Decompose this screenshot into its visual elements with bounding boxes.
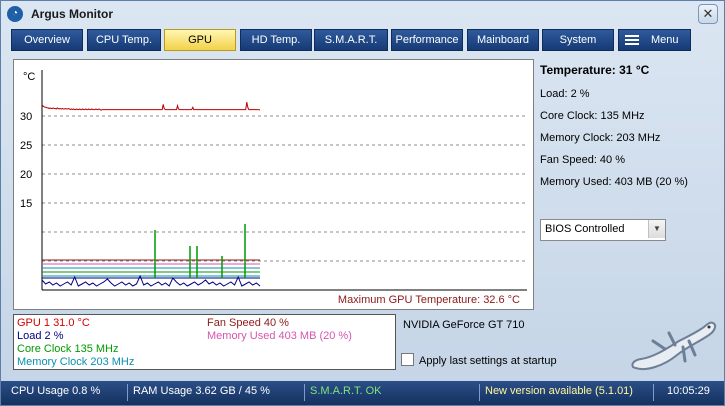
status-cpu-usage: CPU Usage 0.8 % xyxy=(11,385,101,397)
gpu-temperature-value: Temperature: 31 °C xyxy=(540,63,650,77)
y-tick-label: 15 xyxy=(20,198,32,210)
legend-gpu-temp: GPU 1 31.0 °C xyxy=(17,317,90,329)
gpu-core-clock-value: Core Clock: 135 MHz xyxy=(540,110,645,122)
gpu-card-name: NVIDIA GeForce GT 710 xyxy=(403,319,525,331)
status-smart[interactable]: S.M.A.R.T. OK xyxy=(310,385,382,397)
chevron-down-icon[interactable]: ▼ xyxy=(648,220,665,238)
tab-gpu[interactable]: GPU xyxy=(164,29,236,51)
tab-smart[interactable]: S.M.A.R.T. xyxy=(314,29,388,51)
y-axis-unit-label: °C xyxy=(23,71,35,83)
status-update-link[interactable]: New version available (5.1.01) xyxy=(485,385,633,397)
tab-performance[interactable]: Performance xyxy=(391,29,463,51)
y-tick-label: 25 xyxy=(20,140,32,152)
status-clock: 10:05:29 xyxy=(667,385,710,397)
tab-hd-temp[interactable]: HD Temp. xyxy=(240,29,312,51)
status-separator xyxy=(304,384,305,401)
fan-control-value: BIOS Controlled xyxy=(545,223,625,235)
gpu-chart-panel: °C 30 25 20 15 Maximum GPU Temperature: 32.6 … xyxy=(13,59,534,310)
status-separator xyxy=(479,384,480,401)
chart-legend: GPU 1 31.0 °C Load 2 % Core Clock 135 MH… xyxy=(13,314,396,370)
tab-menu[interactable]: Menu xyxy=(618,29,691,51)
legend-memory-clock: Memory Clock 203 MHz xyxy=(17,356,135,368)
legend-core-clock: Core Clock 135 MHz xyxy=(17,343,119,355)
gpu-fan-speed-value: Fan Speed: 40 % xyxy=(540,154,626,166)
argus-logo-icon: ◔ xyxy=(7,6,23,22)
y-tick-label: 30 xyxy=(20,111,32,123)
tab-overview[interactable]: Overview xyxy=(11,29,83,51)
title-bar[interactable]: ◔ Argus Monitor ✕ xyxy=(1,1,724,27)
status-bar: CPU Usage 0.8 % RAM Usage 3.62 GB / 45 %… xyxy=(1,381,724,405)
max-temperature-label: Maximum GPU Temperature: 32.6 °C xyxy=(338,294,520,306)
apply-settings-checkbox[interactable] xyxy=(401,353,414,366)
tab-cpu-temp[interactable]: CPU Temp. xyxy=(87,29,161,51)
hamburger-icon xyxy=(625,35,639,45)
tab-mainboard[interactable]: Mainboard xyxy=(467,29,539,51)
gpu-memory-used-value: Memory Used: 403 MB (20 %) xyxy=(540,176,688,188)
series-line-gpu-temp xyxy=(41,102,261,111)
tab-system[interactable]: System xyxy=(542,29,614,51)
status-separator xyxy=(653,384,654,401)
status-separator xyxy=(127,384,128,401)
y-tick-label: 20 xyxy=(20,169,32,181)
legend-load: Load 2 % xyxy=(17,330,64,342)
app-window: ◔ Argus Monitor ✕ Overview CPU Temp. GPU… xyxy=(0,0,725,406)
legend-memory-used: Memory Used 403 MB (20 %) xyxy=(207,330,352,342)
menu-label: Menu xyxy=(651,34,679,46)
legend-fan-speed: Fan Speed 40 % xyxy=(207,317,289,329)
gpu-temperature-chart: °C 30 25 20 15 Maximum GPU Temperature: 32.6 … xyxy=(20,70,527,306)
salamander-logo xyxy=(631,321,717,371)
window-title: Argus Monitor xyxy=(31,7,113,21)
close-button[interactable]: ✕ xyxy=(698,4,718,24)
apply-settings-option[interactable]: Apply last settings at startup xyxy=(401,353,557,367)
apply-settings-label: Apply last settings at startup xyxy=(419,355,557,367)
gpu-load-value: Load: 2 % xyxy=(540,88,590,100)
status-ram-usage: RAM Usage 3.62 GB / 45 % xyxy=(133,385,270,397)
fan-control-select[interactable]: BIOS Controlled ▼ xyxy=(540,219,666,241)
gpu-memory-clock-value: Memory Clock: 203 MHz xyxy=(540,132,661,144)
